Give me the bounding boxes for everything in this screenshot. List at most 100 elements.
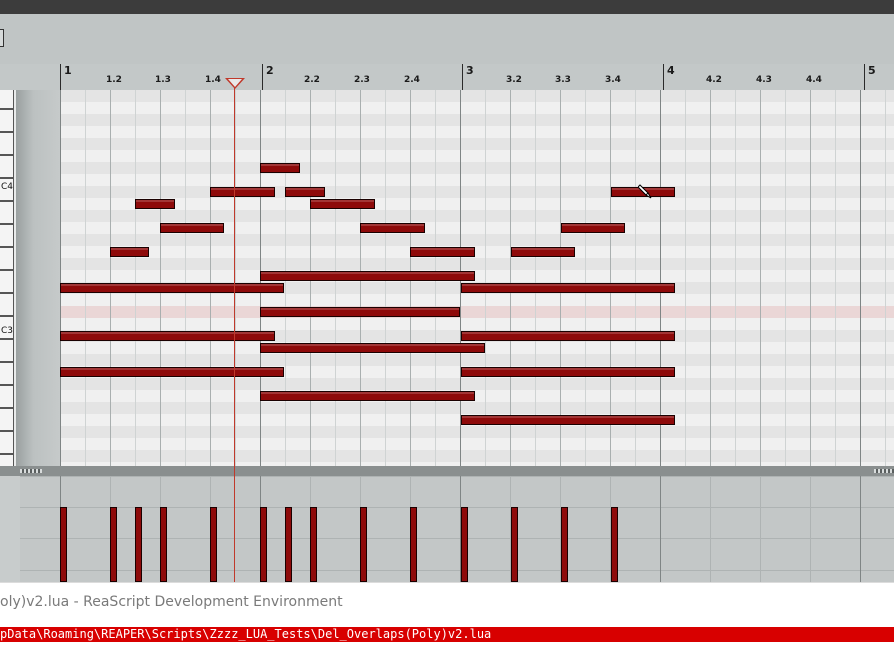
grid-sub-line [185,90,186,466]
midi-note[interactable] [135,199,175,209]
piano-roll-grid[interactable] [60,90,894,466]
velocity-bar[interactable] [310,507,317,582]
ide-path-bar: pData\Roaming\REAPER\Scripts\Zzzz_LUA_Te… [0,622,894,651]
playhead-marker-inner [228,79,242,87]
grid-beat-line [110,90,111,466]
ruler-measure-tick [864,64,865,90]
grid-sub-line [235,90,236,466]
midi-note[interactable] [260,307,460,317]
midi-note[interactable] [410,247,475,257]
piano-key[interactable] [0,385,14,408]
ruler-measure-tick [262,64,263,90]
grid-beat-line [210,90,211,466]
toolbar-button[interactable] [0,29,4,47]
piano-keyboard[interactable]: C4 C3 [0,90,16,466]
velocity-bar[interactable] [110,507,117,582]
splitter-grip-right[interactable] [874,469,894,473]
ruler-label-1-4: 1.4 [205,75,221,85]
midi-note[interactable] [260,271,475,281]
splitter-grip-left[interactable] [20,469,42,473]
grid-sub-line [685,90,686,466]
midi-note[interactable] [260,391,475,401]
midi-note[interactable] [60,367,284,377]
midi-note[interactable] [461,415,675,425]
midi-note[interactable] [260,343,485,353]
pencil-cursor-icon [637,183,654,201]
ruler-label-4-2: 4.2 [706,75,722,85]
toolbar [0,14,894,64]
midi-note[interactable] [110,247,149,257]
midi-note[interactable] [360,223,425,233]
velocity-bar[interactable] [360,507,367,582]
piano-key[interactable] [0,132,14,155]
velocity-bar[interactable] [561,507,568,582]
velocity-lane-area[interactable] [20,476,894,582]
piano-key[interactable] [0,362,14,385]
midi-note[interactable] [511,247,575,257]
piano-key[interactable] [0,247,14,270]
velocity-bar[interactable] [285,507,292,582]
velocity-bar[interactable] [260,507,267,582]
ruler-label-4-4: 4.4 [806,75,822,85]
piano-key[interactable] [0,431,14,454]
ruler-label-1: 1 [64,64,72,77]
piano-key[interactable] [0,201,14,224]
midi-note[interactable] [285,187,325,197]
velocity-bar[interactable] [160,507,167,582]
grid-beat-line [760,90,761,466]
grid-sub-line [135,90,136,466]
velocity-gridline [20,507,894,508]
grid-measure-line [860,90,861,466]
piano-key[interactable] [0,109,14,132]
piano-key[interactable] [0,454,14,466]
grid-beat-line [710,90,711,466]
ruler-measure-tick [663,64,664,90]
ruler-label-3-2: 3.2 [506,75,522,85]
grid-measure-line [60,90,61,466]
ruler-label-2: 2 [266,64,274,77]
grid-beat-line [510,90,511,466]
midi-note[interactable] [310,199,375,209]
velocity-beat-line [710,476,711,582]
keyboard-gutter [16,90,60,466]
timeline-ruler[interactable]: 1 1.2 1.3 1.4 2 2.2 2.3 2.4 3 3.2 3.3 3.4 4 4.2 4.3 4.4… [0,64,894,90]
midi-note[interactable] [461,331,675,341]
velocity-bar[interactable] [135,507,142,582]
velocity-bar[interactable] [611,507,618,582]
midi-note[interactable] [60,331,275,341]
grid-sub-line [635,90,636,466]
ide-path-strip: pData\Roaming\REAPER\Scripts\Zzzz_LUA_Te… [0,627,894,642]
ruler-label-1-2: 1.2 [106,75,122,85]
grid-beat-line [610,90,611,466]
piano-key[interactable] [0,90,14,109]
velocity-bar[interactable] [511,507,518,582]
midi-note[interactable] [561,223,625,233]
midi-note[interactable] [461,283,675,293]
grid-sub-line [785,90,786,466]
velocity-beat-line [810,476,811,582]
piano-key[interactable] [0,155,14,178]
midi-note[interactable] [60,283,284,293]
velocity-bar[interactable] [60,507,67,582]
ide-script-path: pData\Roaming\REAPER\Scripts\Zzzz_LUA_Te… [0,627,492,641]
piano-key[interactable] [0,293,14,316]
ruler-label-4-3: 4.3 [756,75,772,85]
piano-key[interactable] [0,224,14,247]
midi-note[interactable] [461,367,675,377]
lane-splitter[interactable] [0,466,894,476]
midi-note[interactable] [160,223,224,233]
ruler-label-4: 4 [667,64,675,77]
velocity-beat-line [860,476,861,582]
piano-key[interactable] [0,270,14,293]
piano-key[interactable] [0,408,14,431]
midi-note[interactable] [210,187,275,197]
piano-key[interactable] [0,339,14,362]
velocity-bar[interactable] [210,507,217,582]
grid-sub-line [85,90,86,466]
velocity-bar[interactable] [461,507,468,582]
midi-note[interactable] [260,163,300,173]
velocity-gridline [20,570,894,571]
ruler-label-3: 3 [466,64,474,77]
velocity-bar[interactable] [410,507,417,582]
velocity-lane[interactable] [0,476,894,582]
